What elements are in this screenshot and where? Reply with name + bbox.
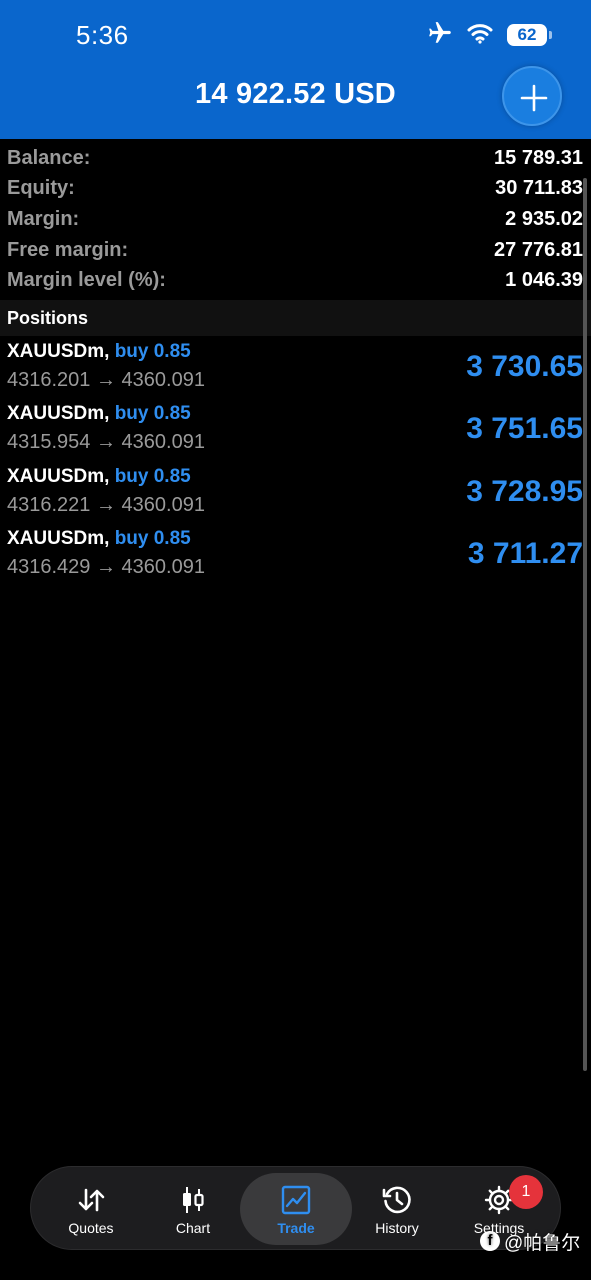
free-margin-value: 27 776.81 xyxy=(494,238,583,261)
equity-row: Equity: 30 711.83 xyxy=(0,174,591,205)
tab-trade[interactable]: Trade xyxy=(246,1167,346,1251)
tab-history[interactable]: History xyxy=(347,1167,447,1251)
wifi-icon xyxy=(467,22,493,49)
watermark: f @帕鲁尔 xyxy=(480,1227,580,1255)
equity-value: 30 711.83 xyxy=(495,177,583,200)
scrollbar[interactable] xyxy=(583,178,587,1071)
position-title: XAUUSDm, buy 0.85 xyxy=(7,403,191,425)
tab-quotes-label: Quotes xyxy=(68,1220,114,1236)
free-margin-row: Free margin: 27 776.81 xyxy=(0,235,591,266)
position-symbol: XAUUSDm, xyxy=(7,527,110,549)
plus-icon xyxy=(520,84,548,112)
position-prices: 4316.429 → 4360.091 xyxy=(7,555,205,578)
position-profit: 3 730.65 xyxy=(466,350,583,383)
margin-level-label: Margin level (%): xyxy=(7,269,166,292)
watermark-logo-icon: f xyxy=(480,1231,500,1251)
tab-chart-label: Chart xyxy=(175,1220,211,1236)
margin-label: Margin: xyxy=(7,207,80,230)
margin-value: 2 935.02 xyxy=(505,207,583,230)
watermark-text: @帕鲁尔 xyxy=(504,1232,581,1254)
position-symbol: XAUUSDm, xyxy=(7,403,110,425)
settings-notification-badge: 1 xyxy=(509,1175,543,1209)
balance-row: Balance: 15 789.31 xyxy=(0,143,591,174)
trade-chart-icon xyxy=(246,1184,346,1216)
position-profit: 3 751.65 xyxy=(466,412,583,446)
position-side: buy 0.85 xyxy=(114,403,191,425)
position-row[interactable]: XAUUSDm, buy 0.85 4316.201 → 4360.091 3 … xyxy=(0,338,591,400)
app-header: 5:36 62 14 922.52 USD xyxy=(0,0,591,139)
position-prices: 4315.954 → 4360.091 xyxy=(7,431,205,454)
position-symbol: XAUUSDm, xyxy=(7,341,110,362)
position-row[interactable]: XAUUSDm, buy 0.85 4315.954 → 4360.091 3 … xyxy=(0,400,591,462)
add-order-button[interactable] xyxy=(502,66,562,126)
status-time: 5:36 xyxy=(76,20,129,50)
tab-history-label: History xyxy=(375,1220,419,1236)
balance-value: 15 789.31 xyxy=(494,146,583,169)
position-title: XAUUSDm, buy 0.85 xyxy=(7,528,191,550)
tab-chart[interactable]: Chart xyxy=(143,1167,243,1251)
battery-icon: 62 xyxy=(507,24,552,46)
position-symbol: XAUUSDm, xyxy=(7,465,110,487)
status-icons: 62 xyxy=(427,20,552,51)
positions-heading: Positions xyxy=(0,300,591,336)
position-row[interactable]: XAUUSDm, buy 0.85 4316.429 → 4360.091 3 … xyxy=(0,525,591,587)
position-prices: 4316.221 → 4360.091 xyxy=(7,493,205,516)
candlestick-icon xyxy=(143,1184,243,1216)
position-side: buy 0.85 xyxy=(114,527,191,549)
tab-quotes[interactable]: Quotes xyxy=(41,1167,141,1251)
position-side: buy 0.85 xyxy=(114,465,191,487)
margin-level-value: 1 046.39 xyxy=(505,269,583,292)
position-side: buy 0.85 xyxy=(114,341,191,362)
quotes-arrows-icon xyxy=(41,1184,141,1216)
free-margin-label: Free margin: xyxy=(7,238,129,261)
position-row[interactable]: XAUUSDm, buy 0.85 4316.221 → 4360.091 3 … xyxy=(0,463,591,525)
history-clock-icon xyxy=(347,1184,447,1216)
balance-label: Balance: xyxy=(7,146,91,169)
margin-row: Margin: 2 935.02 xyxy=(0,204,591,235)
margin-level-row: Margin level (%): 1 046.39 xyxy=(0,265,591,296)
position-prices: 4316.201 → 4360.091 xyxy=(7,369,205,391)
positions-list: XAUUSDm, buy 0.85 4316.201 → 4360.091 3 … xyxy=(0,338,591,587)
position-profit: 3 728.95 xyxy=(466,474,583,508)
airplane-icon xyxy=(427,20,453,51)
tab-trade-label: Trade xyxy=(277,1220,315,1236)
position-title: XAUUSDm, buy 0.85 xyxy=(7,341,191,363)
account-summary: Balance: 15 789.31 Equity: 30 711.83 Mar… xyxy=(0,143,591,296)
position-title: XAUUSDm, buy 0.85 xyxy=(7,466,191,488)
position-profit: 3 711.27 xyxy=(467,536,583,570)
equity-label: Equity: xyxy=(7,177,75,200)
